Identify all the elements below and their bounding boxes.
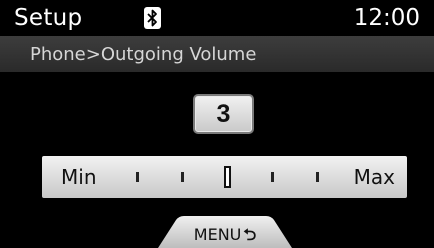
volume-value: 3 <box>216 99 231 128</box>
slider-tick <box>181 172 184 182</box>
menu-label: MENU <box>193 225 242 244</box>
volume-slider[interactable]: Min Max <box>42 156 407 198</box>
screen-title: Setup <box>14 5 83 31</box>
slider-tick <box>316 172 319 182</box>
breadcrumb-bar: Phone>Outgoing Volume <box>0 36 434 72</box>
status-bar: Setup 12:00 <box>0 0 434 36</box>
breadcrumb: Phone>Outgoing Volume <box>30 44 257 65</box>
menu-label-row: MENU ⮌ <box>158 225 292 245</box>
slider-min-label: Min <box>61 165 97 189</box>
return-arrow-icon: ⮌ <box>243 225 257 244</box>
clock: 12:00 <box>353 5 420 31</box>
slider-thumb[interactable] <box>224 166 231 188</box>
volume-value-display: 3 <box>193 94 254 134</box>
slider-tick <box>136 172 139 182</box>
menu-button[interactable]: MENU ⮌ <box>158 216 292 248</box>
slider-tick <box>271 172 274 182</box>
slider-max-label: Max <box>353 165 395 189</box>
bluetooth-icon <box>144 7 161 29</box>
